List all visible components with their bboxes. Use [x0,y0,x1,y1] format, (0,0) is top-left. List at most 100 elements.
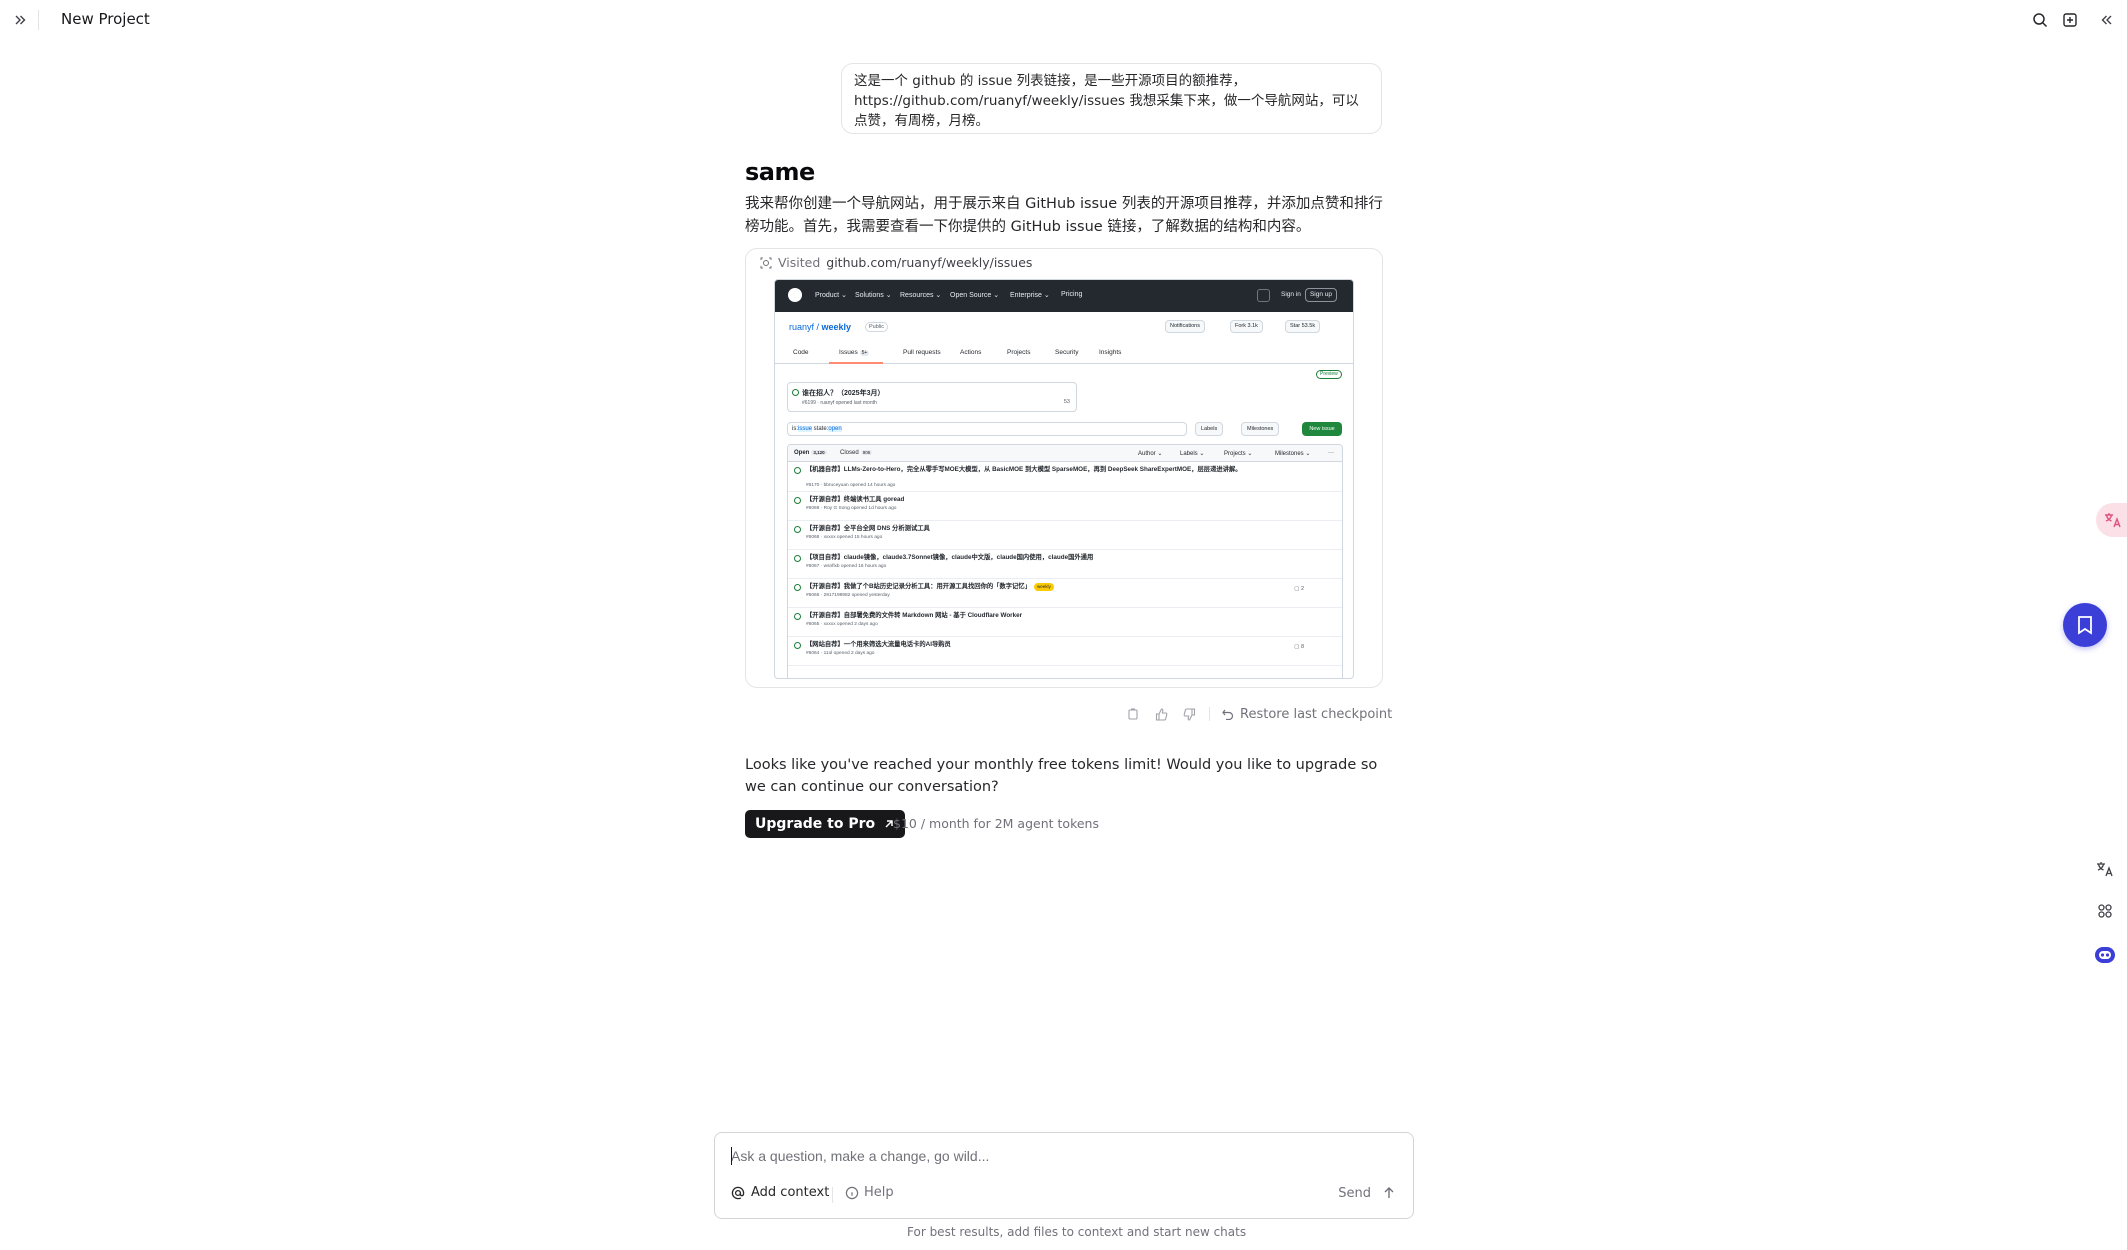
gh-issue-row: 【开源自荐】我做了个B站历史记录分析工具：用开源工具找回你的「数字记忆」 week… [788,579,1342,608]
gh-star-count: 53.5k [1301,323,1316,329]
gh-issue-title: 【项目自荐】claude镜像，claude3.7Sonnet镜像，claude中… [806,554,1094,561]
gh-search-icon [1257,289,1270,302]
gh-sign-in: Sign in [1281,291,1301,298]
upgrade-label: Upgrade to Pro [755,816,876,832]
search-icon [2033,13,2048,28]
gh-filter-bar: is:issue state:open [787,422,1187,436]
gh-tab: Insights [1099,349,1122,356]
gh-nav-item: Pricing [1061,291,1083,298]
assistant-tool-button[interactable] [2090,940,2120,970]
gh-labels-button: Labels [1195,422,1224,436]
gh-open-count: 3,120 [811,450,827,455]
add-context-button[interactable]: Add context [731,1185,829,1200]
restore-checkpoint-button[interactable]: Restore last checkpoint [1222,707,1392,722]
gh-tab: Issues 5+ [839,349,870,356]
translate-icon [2097,862,2113,877]
bookmark-button[interactable] [2063,603,2107,647]
chat-input[interactable] [731,1143,1391,1169]
gh-author-filter: Author ⌄ [1138,451,1163,457]
open-issue-icon [792,389,799,396]
gh-nav-item: Enterprise ⌄ [1010,292,1050,299]
chat-composer: Add context Help Send [714,1132,1414,1219]
gh-sign-up: Sign up [1305,288,1337,302]
assistant-message: 我来帮你创建一个导航网站，用于展示来自 GitHub issue 列表的开源项目… [745,196,1383,235]
open-issue-icon [794,613,801,620]
bookmark-icon [2078,616,2092,635]
new-tab-button[interactable] [2057,7,2083,33]
gh-issue-meta: #6064 · 11ol opened 2 days ago [806,651,875,656]
collapse-panel-button[interactable] [2094,7,2120,33]
translate-tool-button[interactable] [2090,854,2120,884]
gh-filter-open: open [828,426,842,432]
gh-tab: Actions [960,349,982,356]
gh-tab: Pull requests [903,349,941,356]
chevrons-left-icon [2101,15,2112,25]
gh-issue-comment-count: 8 [1300,644,1304,650]
divider [1209,707,1210,721]
open-issue-icon [794,497,801,504]
gh-issue-comment-count: 2 [1300,586,1304,592]
gh-projects-filter: Projects ⌄ [1224,451,1253,457]
gh-issue-meta: #6170 · bbruceyuan opened 14 hours ago [806,483,896,488]
send-label: Send [1338,1185,1371,1201]
gh-more: ··· [1328,450,1334,456]
thumbs-down-button[interactable] [1181,706,1197,722]
thumbs-up-icon [1155,707,1167,721]
copy-button[interactable] [1125,706,1141,722]
gh-issue-row: 【开源自荐】自部署免费的文件转 Markdown 网站 - 基于 Cloudfl… [788,608,1342,637]
gh-issue-list: Open 3,120 Closed 906 Author ⌄ Labels ⌄ Pr… [787,444,1343,678]
gh-labels-filter: Labels ⌄ [1180,451,1205,457]
gh-list-header: Open 3,120 Closed 906 Author ⌄ Labels ⌄ Pr… [788,445,1342,462]
gh-star: Star 53.5k [1285,320,1321,333]
gh-issue-title: 【开源自荐】我做了个B站历史记录分析工具：用开源工具找回你的「数字记忆」 week… [806,583,1286,591]
help-label: Help [864,1185,894,1200]
globe-icon [760,257,772,268]
gh-nav-item: Product ⌄ [815,292,847,299]
robot-icon [2095,947,2115,963]
gh-open-label: Open [794,450,810,456]
upgrade-to-pro-button[interactable]: Upgrade to Pro [745,810,906,838]
gh-closed-label: Closed [840,450,859,456]
price-text: $10 / month for 2M agent tokens [893,816,1099,831]
gh-closed-tab: Closed 906 [840,450,873,456]
gh-issue-label: weekly [1033,583,1054,591]
gh-closed-count: 906 [860,450,873,455]
translate-float-button[interactable] [2096,503,2127,537]
help-button[interactable]: Help [845,1185,894,1200]
expand-sidebar-button[interactable] [7,7,33,33]
gh-notifications: Notifications [1165,320,1205,333]
visited-label: Visited [778,255,821,270]
gh-pinned-issue: 谁在招人？（2025年3月） #6199 · ruanyf opened las… [787,382,1077,412]
add-context-label: Add context [751,1185,830,1200]
gh-issue-row: 【网站自荐】一个用来筛选大流量电话卡的AI导购员 #6064 · 11ol op… [788,637,1342,666]
gh-issues-badge: 5+ [859,350,870,356]
gh-preview-badge: Preview [1316,370,1342,379]
thumbs-up-button[interactable] [1153,706,1169,722]
gh-repo: weekly [821,322,852,332]
search-button[interactable] [2027,7,2053,33]
undo-icon [1222,709,1234,720]
info-icon [845,1186,859,1199]
message-actions: Restore last checkpoint [1125,704,1392,724]
visited-url[interactable]: github.com/ruanyf/weekly/issues [826,255,1032,270]
gh-issue-title: 【网站自荐】一个用来筛选大流量电话卡的AI导购员 [806,641,951,648]
copy-icon [1128,708,1138,720]
thumbs-down-icon [1183,707,1195,721]
translate-icon [2105,513,2121,528]
github-header: Product ⌄ Solutions ⌄ Resources ⌄ Open S… [775,280,1353,312]
apps-icon [2098,904,2112,918]
open-issue-icon [794,526,801,533]
gh-repo-name: ruanyf / weekly [789,322,852,332]
top-bar: New Project [0,0,2127,40]
gh-repo-tabs: Code Issues 5+ Pull requests Actions Pro… [775,344,1353,364]
gh-issue-title-text: 【开源自荐】我做了个B站历史记录分析工具：用开源工具找回你的「数字记忆」 [806,583,1031,590]
restore-label: Restore last checkpoint [1240,706,1393,722]
send-button[interactable]: Send [1338,1183,1399,1203]
gh-nav-item: Resources ⌄ [900,292,942,299]
chevrons-right-icon [15,15,26,25]
gh-fork-label: Fork [1235,323,1246,329]
gh-issue-comments: ▢ 8 [1294,644,1304,650]
text-caret [731,1147,732,1165]
apps-tool-button[interactable] [2090,896,2120,926]
at-sign-icon [731,1186,745,1199]
